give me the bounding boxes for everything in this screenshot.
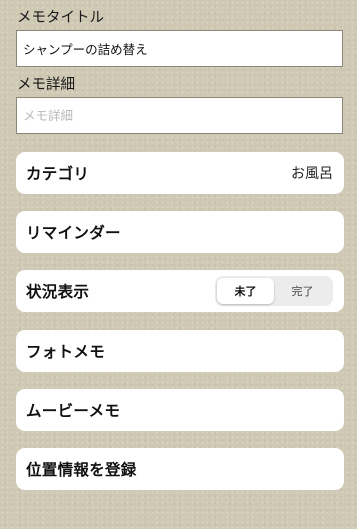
movie-memo-row[interactable]: ムービーメモ [16,389,344,431]
category-value: お風呂 [291,166,333,182]
location-register-row[interactable]: 位置情報を登録 [16,448,344,490]
reminder-row[interactable]: リマインダー [16,211,344,253]
memo-detail-input[interactable] [16,97,343,134]
movie-memo-label: ムービーメモ [26,402,121,420]
photo-memo-label: フォトメモ [26,343,106,361]
status-segmented-control: 未了 完了 [215,276,333,306]
status-option-complete[interactable]: 完了 [274,278,331,304]
memo-detail-label: メモ詳細 [17,77,75,93]
category-row[interactable]: カテゴリ お風呂 [16,152,344,194]
memo-title-label: メモタイトル [17,10,104,26]
memo-title-input[interactable] [16,30,343,67]
status-row: 状況表示 未了 完了 [16,270,344,312]
category-label: カテゴリ [26,165,90,183]
reminder-label: リマインダー [26,224,121,242]
location-register-label: 位置情報を登録 [26,461,137,479]
status-option-incomplete[interactable]: 未了 [217,278,274,304]
photo-memo-row[interactable]: フォトメモ [16,330,344,372]
status-label: 状況表示 [26,283,90,301]
